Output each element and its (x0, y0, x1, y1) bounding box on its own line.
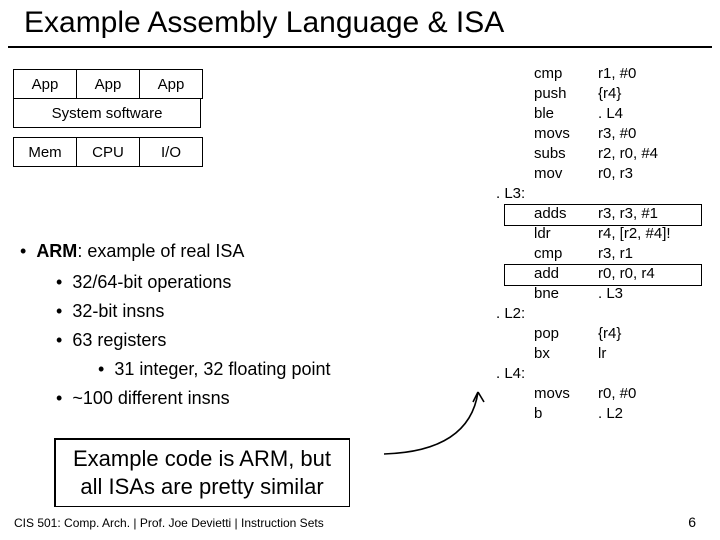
code-row: ble. L4 (506, 104, 702, 124)
code-arg: . L2 (598, 404, 702, 424)
code-row: . L4: (506, 364, 702, 384)
code-label: . L3: (496, 184, 525, 204)
code-op: bne (534, 284, 598, 304)
code-row: addr0, r0, r4 (506, 264, 702, 284)
code-op: adds (534, 204, 598, 224)
assembly-code: cmpr1, #0push{r4}ble. L4movsr3, #0subsr2… (506, 64, 702, 424)
code-op: mov (534, 164, 598, 184)
code-arg: {r4} (598, 324, 702, 344)
stack-app-3: App (139, 69, 203, 99)
stack-mem: Mem (13, 137, 77, 167)
bullet-text: ~100 different insns (72, 388, 229, 408)
code-op: ble (534, 104, 598, 124)
code-arg: . L3 (598, 284, 702, 304)
bullet-subitem: • 31 integer, 32 floating point (98, 356, 450, 383)
slide-title: Example Assembly Language & ISA (8, 0, 712, 48)
code-arg: {r4} (598, 84, 702, 104)
code-arg: . L4 (598, 104, 702, 124)
code-op: add (534, 264, 598, 284)
code-row: addsr3, r3, #1 (506, 204, 702, 224)
code-op: bx (534, 344, 598, 364)
code-row: b. L2 (506, 404, 702, 424)
code-row: . L3: (506, 184, 702, 204)
code-op: cmp (534, 64, 598, 84)
bullet-text: 31 integer, 32 floating point (114, 359, 330, 379)
code-op: ldr (534, 224, 598, 244)
stack-cpu: CPU (76, 137, 140, 167)
bullet-item: • ~100 different insns (56, 385, 450, 412)
code-row: bne. L3 (506, 284, 702, 304)
code-arg: r3, r3, #1 (598, 204, 702, 224)
code-arg: r0, #0 (598, 384, 702, 404)
code-arg: r4, [r2, #4]! (598, 224, 702, 244)
bullet-item: • 63 registers (56, 327, 450, 354)
code-label: . L4: (496, 364, 525, 384)
code-arg: r1, #0 (598, 64, 702, 84)
callout-box: Example code is ARM, but all ISAs are pr… (54, 438, 350, 507)
bullet-list: • ARM: example of real ISA • 32/64-bit o… (20, 232, 450, 412)
code-op: movs (534, 384, 598, 404)
code-op: cmp (534, 244, 598, 264)
code-row: cmpr1, #0 (506, 64, 702, 84)
code-op: pop (534, 324, 598, 344)
code-row: movr0, r3 (506, 164, 702, 184)
code-row: pop{r4} (506, 324, 702, 344)
bullet-item: • 32-bit insns (56, 298, 450, 325)
bullet-item: • 32/64-bit operations (56, 269, 450, 296)
slide-number: 6 (688, 514, 696, 530)
code-arg: r3, r1 (598, 244, 702, 264)
bullet-text: 63 registers (72, 330, 166, 350)
code-arg: r0, r0, r4 (598, 264, 702, 284)
stack-app-1: App (13, 69, 77, 99)
code-row: . L2: (506, 304, 702, 324)
code-arg: r0, r3 (598, 164, 702, 184)
code-op: subs (534, 144, 598, 164)
bullet-text: 32/64-bit operations (72, 272, 231, 292)
code-row: cmpr3, r1 (506, 244, 702, 264)
code-row: movsr0, #0 (506, 384, 702, 404)
code-op: movs (534, 124, 598, 144)
code-arg: lr (598, 344, 702, 364)
system-stack-diagram: App App App System software Mem CPU I/O (14, 70, 203, 167)
code-row: movsr3, #0 (506, 124, 702, 144)
code-row: bxlr (506, 344, 702, 364)
stack-app-2: App (76, 69, 140, 99)
callout-line1: Example code is ARM, but (73, 445, 331, 473)
code-op: b (534, 404, 598, 424)
code-arg: r3, #0 (598, 124, 702, 144)
code-row: push{r4} (506, 84, 702, 104)
code-arg: r2, r0, #4 (598, 144, 702, 164)
code-row: ldrr4, [r2, #4]! (506, 224, 702, 244)
code-row: subsr2, r0, #4 (506, 144, 702, 164)
code-label: . L2: (496, 304, 525, 324)
footer-text: CIS 501: Comp. Arch. | Prof. Joe Deviett… (14, 516, 324, 530)
callout-line2: all ISAs are pretty similar (73, 473, 331, 501)
heading-text: : example of real ISA (77, 241, 244, 261)
stack-system-software: System software (13, 98, 201, 128)
bullet-text: 32-bit insns (72, 301, 164, 321)
stack-io: I/O (139, 137, 203, 167)
bullet-heading: • ARM: example of real ISA (20, 238, 450, 265)
arm-label: ARM (36, 241, 77, 261)
code-op: push (534, 84, 598, 104)
